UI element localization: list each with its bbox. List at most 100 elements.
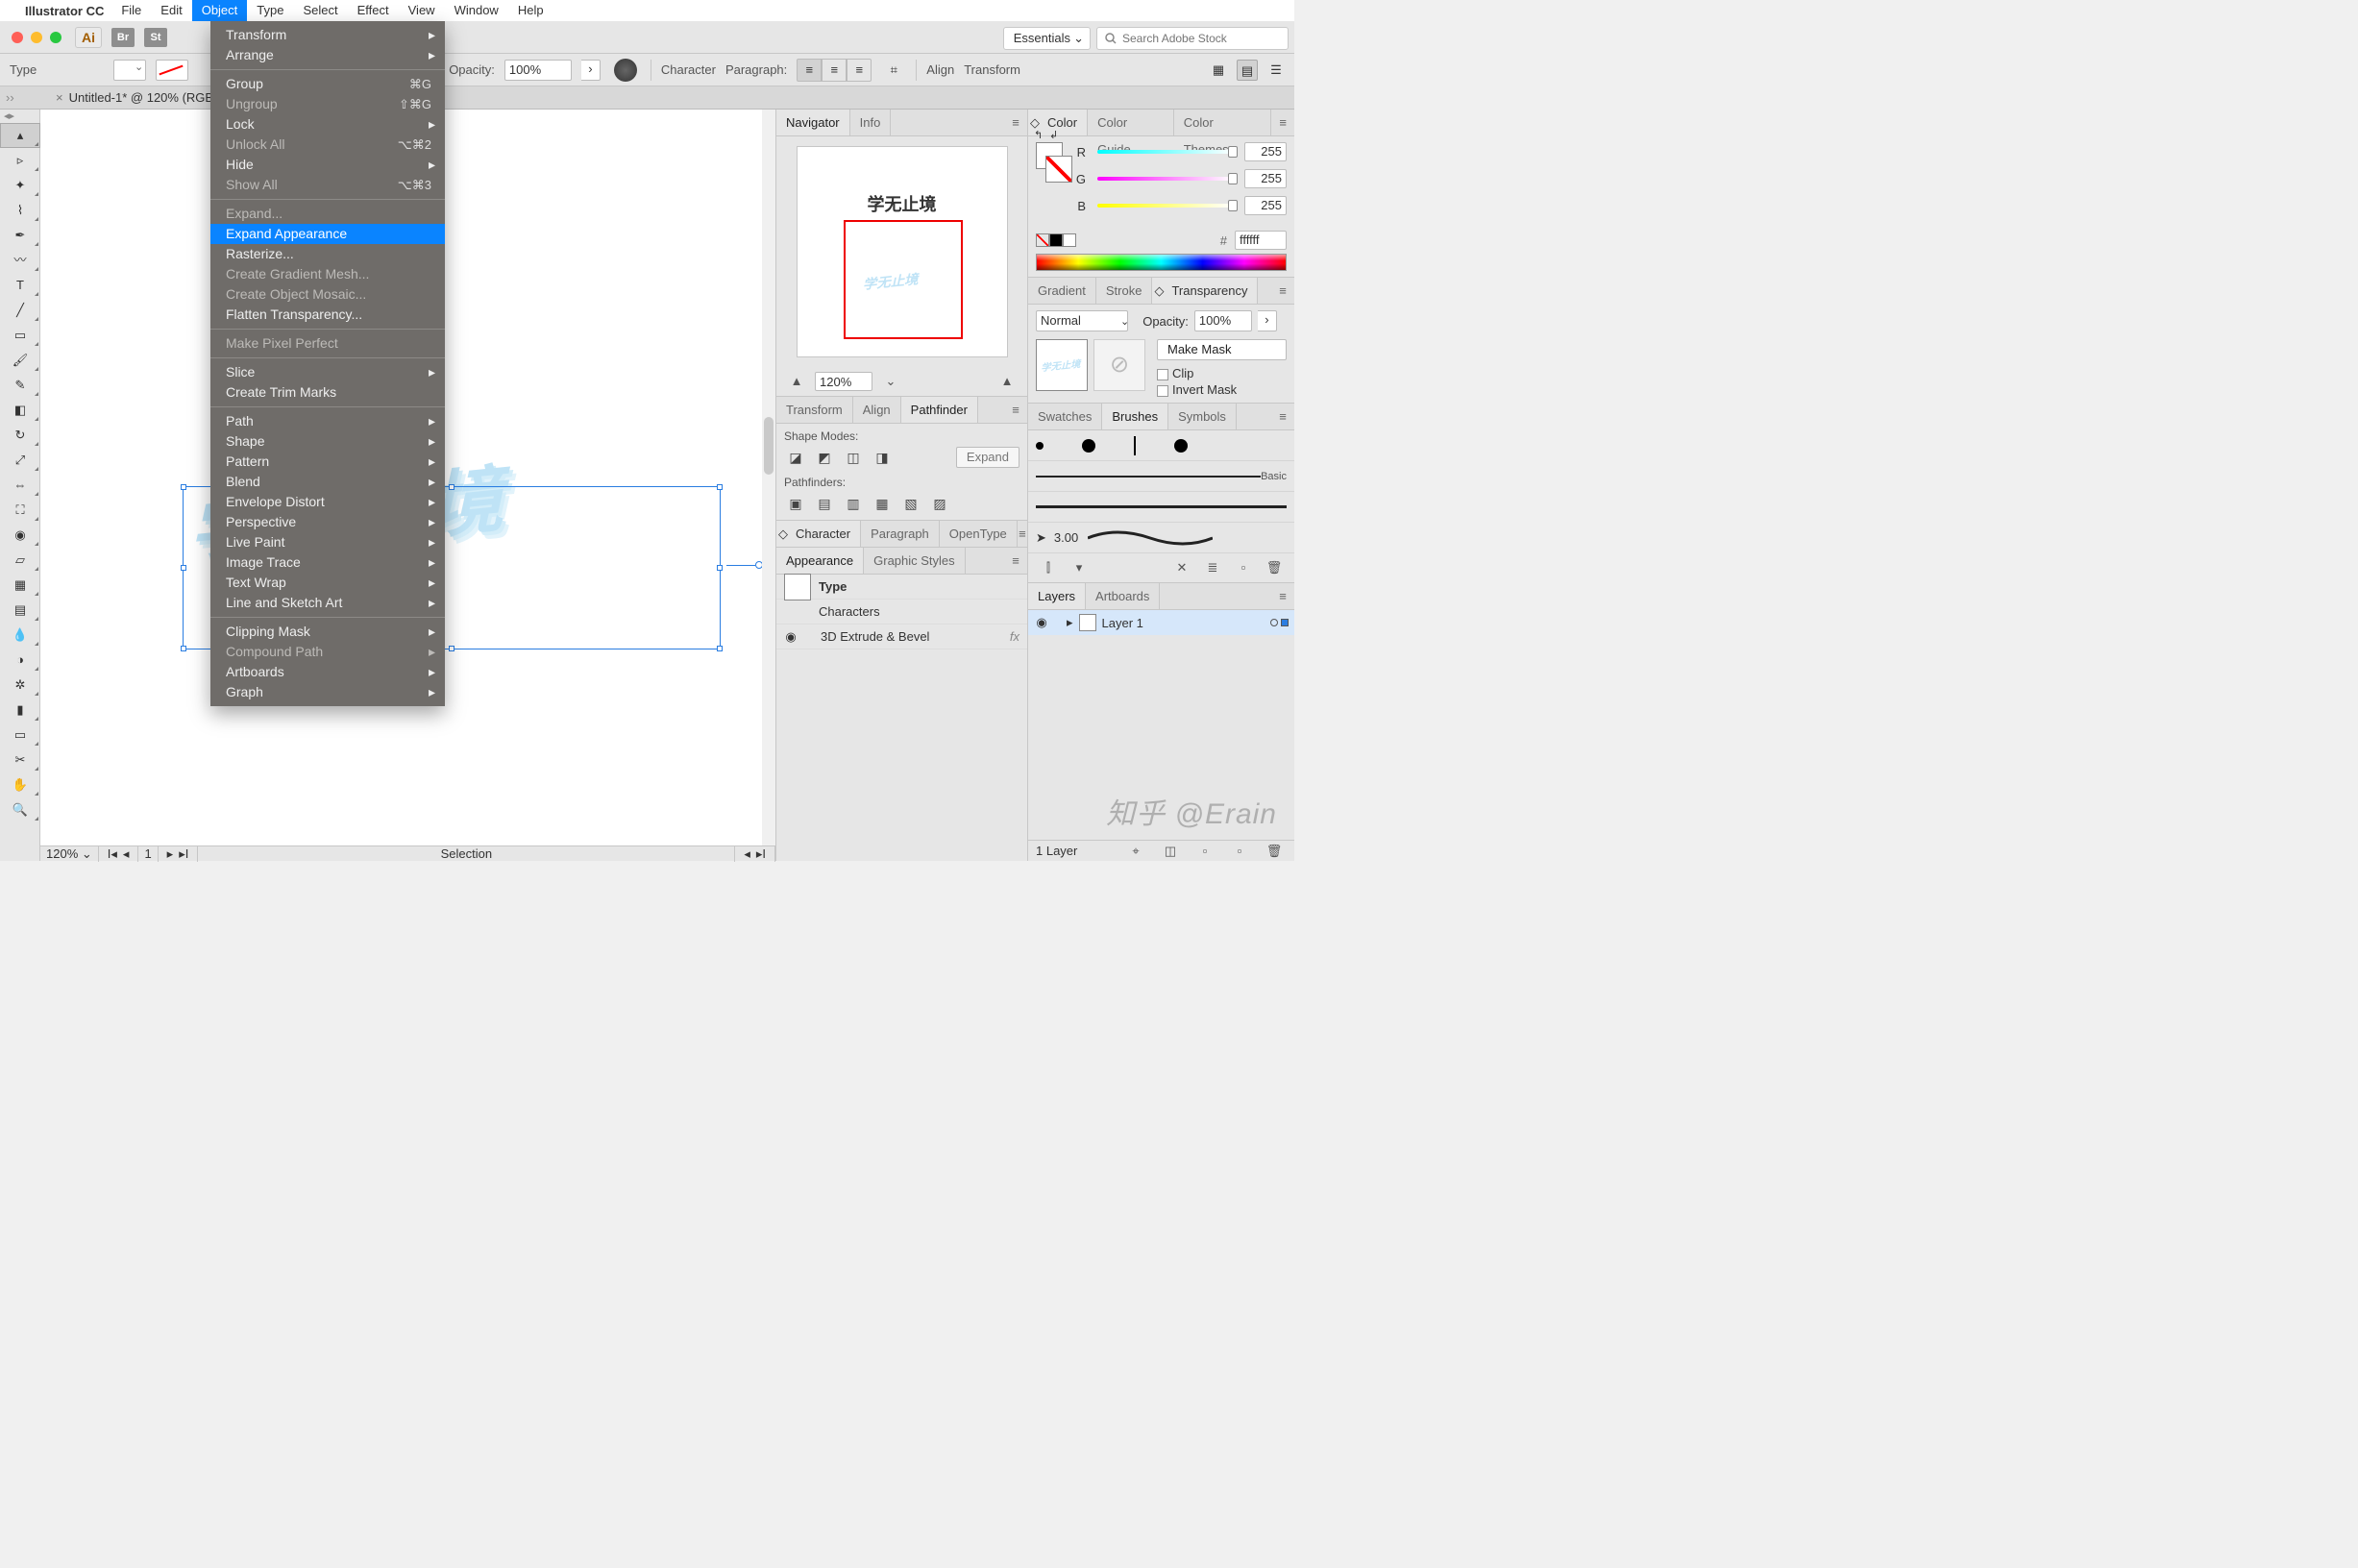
tool-perspective[interactable]: ▱ <box>0 548 40 573</box>
none-swatch-icon[interactable] <box>1036 233 1049 247</box>
tool-eyedropper[interactable]: 💧 <box>0 623 40 648</box>
menu-edit[interactable]: Edit <box>151 0 191 21</box>
menu-item-text-wrap[interactable]: Text Wrap <box>210 573 445 593</box>
list-view-icon[interactable]: ☰ <box>1265 60 1287 81</box>
align-left-button[interactable]: ≡ <box>797 59 822 82</box>
tool-slice[interactable]: ✂ <box>0 747 40 772</box>
tool-eraser[interactable]: ◧ <box>0 398 40 423</box>
exclude-button[interactable]: ◨ <box>871 447 894 468</box>
menu-object[interactable]: Object <box>192 0 248 21</box>
tool-pen[interactable]: ✒ <box>0 223 40 248</box>
menu-item-blend[interactable]: Blend <box>210 472 445 492</box>
tab-info[interactable]: Info <box>850 110 892 135</box>
color-spectrum[interactable] <box>1036 254 1287 271</box>
tool-rotate[interactable]: ↻ <box>0 423 40 448</box>
fx-badge-icon[interactable]: fx <box>1010 629 1019 644</box>
tool-hand[interactable]: ✋ <box>0 772 40 797</box>
transparency-mask-thumb[interactable]: ⊘ <box>1093 339 1145 391</box>
minimize-window-button[interactable] <box>31 32 42 43</box>
menu-type[interactable]: Type <box>247 0 293 21</box>
hex-field[interactable]: ffffff <box>1235 231 1287 250</box>
menu-item-line-and-sketch-art[interactable]: Line and Sketch Art <box>210 593 445 613</box>
tool-symbol-sprayer[interactable]: ✲ <box>0 673 40 698</box>
tool-direct-selection[interactable]: ▹ <box>0 148 40 173</box>
blend-mode-field[interactable]: Normal <box>1036 310 1128 331</box>
vertical-scrollbar[interactable] <box>762 110 775 845</box>
menu-item-graph[interactable]: Graph <box>210 682 445 702</box>
layer-expand-icon[interactable]: ▸ <box>1067 615 1073 630</box>
r-value[interactable]: 255 <box>1244 142 1287 161</box>
tool-shape-builder[interactable]: ◉ <box>0 523 40 548</box>
layer-name[interactable]: Layer 1 <box>1102 616 1143 630</box>
tab-pathfinder[interactable]: Pathfinder <box>901 397 978 423</box>
align-panel-link[interactable]: Align <box>926 62 954 77</box>
visibility-toggle-icon[interactable]: ◉ <box>784 629 798 645</box>
menu-item-flatten-transparency[interactable]: Flatten Transparency... <box>210 305 445 325</box>
close-tab-icon[interactable]: × <box>56 90 63 105</box>
menu-item-hide[interactable]: Hide <box>210 155 445 175</box>
delete-layer-icon[interactable]: 🗑 <box>1262 841 1287 862</box>
intersect-button[interactable]: ◫ <box>842 447 865 468</box>
swap-fill-stroke-icon[interactable]: ↰ <box>1034 129 1043 141</box>
appearance-effect-row[interactable]: ◉ 3D Extrude & Bevel fx <box>776 625 1027 649</box>
remove-brush-stroke-icon[interactable]: ✕ <box>1169 557 1194 578</box>
transparency-source-thumb[interactable]: 学无止境 <box>1036 339 1088 391</box>
tool-width[interactable]: ⇔ <box>0 473 40 498</box>
tab-artboards[interactable]: Artboards <box>1086 583 1160 609</box>
tab-color-guide[interactable]: Color Guide <box>1088 110 1174 135</box>
stock-search-input[interactable] <box>1122 32 1280 45</box>
tab-layers[interactable]: Layers <box>1028 583 1086 609</box>
tab-symbols[interactable]: Symbols <box>1168 404 1237 429</box>
opacity-flyout-button[interactable]: › <box>1258 310 1277 331</box>
tool-scale[interactable]: ⤢ <box>0 448 40 473</box>
b-value[interactable]: 255 <box>1244 196 1287 215</box>
tab-character[interactable]: ◇Character <box>776 521 861 547</box>
make-clipping-mask-icon[interactable]: ◫ <box>1158 841 1183 862</box>
menu-item-group[interactable]: Group⌘G <box>210 74 445 94</box>
menu-select[interactable]: Select <box>293 0 347 21</box>
brush-row[interactable] <box>1028 430 1294 461</box>
artboard-nav[interactable]: I◂◂ <box>99 846 139 862</box>
crop-button[interactable]: ▦ <box>871 493 894 514</box>
artboard-nav-next[interactable]: ▸▸I <box>159 846 199 862</box>
tool-zoom[interactable]: 🔍 <box>0 797 40 822</box>
menu-item-pattern[interactable]: Pattern <box>210 452 445 472</box>
tool-line[interactable]: ╱ <box>0 298 40 323</box>
zoom-out-icon[interactable]: ▲ <box>784 371 809 392</box>
layer-visibility-icon[interactable]: ◉ <box>1034 615 1049 630</box>
appearance-characters-row[interactable]: Characters <box>776 600 1027 625</box>
clip-checkbox[interactable]: Clip <box>1157 366 1287 380</box>
delete-brush-icon[interactable]: 🗑 <box>1262 557 1287 578</box>
create-sublayer-icon[interactable]: ▫ <box>1192 841 1217 862</box>
tool-blend[interactable]: ◑ <box>0 648 40 673</box>
menu-item-create-trim-marks[interactable]: Create Trim Marks <box>210 382 445 403</box>
default-fill-stroke-icon[interactable]: ↲ <box>1049 129 1058 141</box>
document-tab[interactable]: ×Untitled-1* @ 120% (RGB/ <box>46 86 227 110</box>
menu-view[interactable]: View <box>399 0 445 21</box>
menu-item-artboards[interactable]: Artboards <box>210 662 445 682</box>
locate-object-icon[interactable]: ⌖ <box>1123 841 1148 862</box>
minus-back-button[interactable]: ▨ <box>928 493 951 514</box>
invert-mask-checkbox[interactable]: Invert Mask <box>1157 382 1287 397</box>
menu-item-shape[interactable]: Shape <box>210 431 445 452</box>
scrollbar-thumb[interactable] <box>764 417 774 475</box>
artboard-number-field[interactable]: 1 <box>138 846 158 862</box>
menu-item-slice[interactable]: Slice <box>210 362 445 382</box>
opacity-flyout-button[interactable]: › <box>581 60 601 81</box>
unite-button[interactable]: ◪ <box>784 447 807 468</box>
tool-column-graph[interactable]: ▮ <box>0 698 40 723</box>
minus-front-button[interactable]: ◩ <box>813 447 836 468</box>
align-right-button[interactable]: ≡ <box>847 59 872 82</box>
align-center-button[interactable]: ≡ <box>822 59 847 82</box>
brush-basic-row[interactable]: Basic <box>1028 461 1294 492</box>
brush-size-row[interactable]: ➤3.00 <box>1028 523 1294 553</box>
arrange-docs-icon[interactable]: ▤ <box>1237 60 1258 81</box>
fill-stroke-proxy[interactable]: ↰ ↲ <box>1036 142 1068 184</box>
tab-stroke[interactable]: Stroke <box>1096 278 1153 304</box>
panel-menu-icon[interactable]: ≡ <box>1271 404 1294 429</box>
zoom-field[interactable]: 120% ⌄ <box>40 846 99 862</box>
tool-pencil[interactable]: ✎ <box>0 373 40 398</box>
panel-menu-icon[interactable]: ≡ <box>1271 583 1294 609</box>
menu-item-arrange[interactable]: Arrange <box>210 45 445 65</box>
g-value[interactable]: 255 <box>1244 169 1287 188</box>
